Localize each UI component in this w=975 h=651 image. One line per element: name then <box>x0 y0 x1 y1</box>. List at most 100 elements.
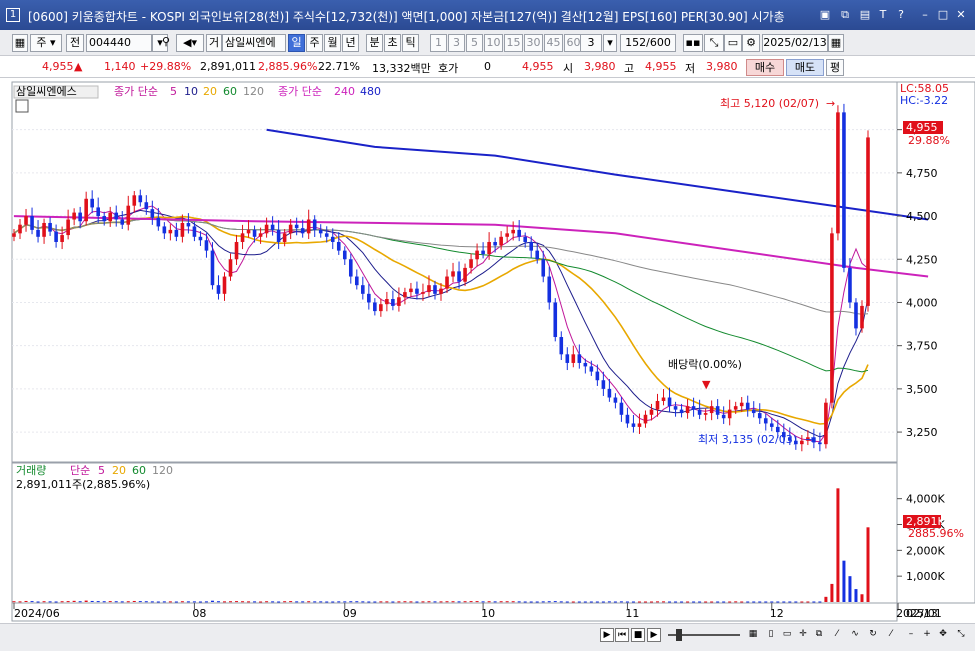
stock-code-input[interactable]: 004440 <box>86 34 152 52</box>
window-tile-icon[interactable]: ▤ <box>858 8 872 22</box>
y-tick-label: 4,000 <box>906 296 938 309</box>
window-config-icon[interactable]: ▣ <box>818 8 832 22</box>
volume-bar <box>102 601 106 603</box>
candle-body <box>276 229 281 242</box>
volume-bar <box>283 601 287 603</box>
chart-toolbar: ▦ 주 ▾ 전 004440 ▾ ⚲ ◀▾ 거 삼일씨엔에 일주월년분초틱 13… <box>0 30 975 56</box>
grid-icon[interactable]: ▦ <box>746 628 760 642</box>
hc-label: HC:-3.22 <box>900 94 948 107</box>
volume-bar <box>571 601 575 603</box>
interval-button-30[interactable]: 30 <box>524 34 543 52</box>
window-number[interactable]: 1 <box>6 8 20 22</box>
count-select[interactable]: 3 <box>580 34 602 52</box>
volume-bar <box>860 594 864 602</box>
y-tick-label: 4,250 <box>906 253 938 266</box>
candle-body <box>258 233 263 237</box>
candle-body <box>348 259 353 277</box>
trend-icon[interactable]: ∿ <box>848 628 862 642</box>
compare-icon[interactable]: ⧉ <box>812 628 826 642</box>
maximize-icon[interactable]: □ <box>936 8 950 22</box>
high-annotation: 최고 5,120 (02/07) <box>720 97 819 110</box>
candle-body <box>607 388 612 398</box>
volume-bar <box>776 601 780 603</box>
period-button-2[interactable]: 월 <box>324 34 341 52</box>
refresh-icon[interactable]: ↻ <box>866 628 880 642</box>
zoom-out-icon[interactable]: – <box>904 628 918 642</box>
indicator-icon[interactable]: ▪▪ <box>683 34 703 52</box>
period-button-0[interactable]: 일 <box>288 34 305 52</box>
chart-resize-icon[interactable]: ⤡ <box>954 628 968 642</box>
low-annotation: 최저 3,135 (02/03) <box>698 433 797 446</box>
save-icon[interactable]: ▭ <box>724 34 742 52</box>
sound-icon[interactable]: ◀▾ <box>176 34 204 52</box>
candle-body <box>246 229 251 234</box>
prev-button[interactable]: 전 <box>66 34 84 52</box>
window-link-icon[interactable]: ⧉ <box>838 8 852 22</box>
period-button-1[interactable]: 주 <box>306 34 323 52</box>
zoom-slider-handle[interactable] <box>676 629 682 641</box>
type-select[interactable]: 주 ▾ <box>30 34 62 52</box>
volume-bar <box>824 596 828 602</box>
count-dropdown-icon[interactable]: ▾ <box>603 34 617 52</box>
play-icon[interactable]: ▶ <box>647 628 661 642</box>
sell-button[interactable]: 매도 <box>786 59 824 76</box>
candle-body <box>529 241 534 251</box>
candle-body <box>709 406 714 414</box>
stop-icon[interactable]: ■ <box>631 628 645 642</box>
calendar-icon[interactable]: ▦ <box>828 34 844 52</box>
buy-button[interactable]: 매수 <box>746 59 784 76</box>
candle-body <box>583 362 588 367</box>
interval-button-15[interactable]: 15 <box>504 34 523 52</box>
period-button-4[interactable]: 분 <box>366 34 383 52</box>
move-icon[interactable]: ✥ <box>936 628 950 642</box>
legend-ma-label: 종가 단순 <box>114 85 158 98</box>
candle-type-icon[interactable]: ▯ <box>764 628 778 642</box>
volume-bar <box>60 601 64 603</box>
settings-icon[interactable]: ⚙ <box>742 34 760 52</box>
candle-body <box>661 397 666 401</box>
candle-body <box>445 276 449 289</box>
x-axis-panel <box>11 602 898 622</box>
interval-button-45[interactable]: 45 <box>544 34 563 52</box>
bar-count-field[interactable]: 152/600 <box>620 34 676 52</box>
search-icon[interactable]: ⚲ <box>158 34 174 52</box>
period-button-6[interactable]: 틱 <box>402 34 419 52</box>
interval-button-3[interactable]: 3 <box>448 34 465 52</box>
candle-body <box>848 267 852 303</box>
layout-icon[interactable]: ▦ <box>12 34 28 52</box>
interval-button-10[interactable]: 10 <box>484 34 503 52</box>
candle-body <box>703 413 708 415</box>
volume-bar <box>150 601 154 603</box>
period-button-5[interactable]: 초 <box>384 34 401 52</box>
data-table-icon[interactable] <box>15 99 29 113</box>
candle-body <box>751 409 756 414</box>
eval-button[interactable]: 평 <box>826 59 844 76</box>
step-back-icon[interactable]: ⏮ <box>615 628 629 642</box>
price-chart-svg[interactable]: 3,2503,5003,7504,0004,2504,5004,7505,000… <box>0 78 975 623</box>
candle-body <box>505 233 509 237</box>
legend-ma120: 120 <box>243 85 264 98</box>
date-input[interactable]: 2025/02/13 <box>762 34 828 52</box>
interval-button-1[interactable]: 1 <box>430 34 447 52</box>
draw-tool-icon[interactable]: ⤡ <box>704 34 724 52</box>
line-tool-icon[interactable]: ⁄ <box>830 628 844 642</box>
legend-ma480: 480 <box>360 85 381 98</box>
crosshair-icon[interactable]: ✛ <box>796 628 810 642</box>
turnover: 22.71% <box>318 60 360 73</box>
volume-bar <box>463 601 467 603</box>
help-icon[interactable]: ? <box>894 8 908 22</box>
window-mode-icon[interactable]: T <box>876 8 890 22</box>
chart-area[interactable]: 3,2503,5003,7504,0004,2504,5004,7505,000… <box>0 78 975 651</box>
close-icon[interactable]: ✕ <box>954 8 968 22</box>
line-select-icon[interactable]: ⁄ <box>884 628 898 642</box>
minimize-icon[interactable]: – <box>918 8 932 22</box>
zoom-in-icon[interactable]: + <box>920 628 934 642</box>
trade-button[interactable]: 거 <box>206 34 222 52</box>
chart-type-icon[interactable]: ▭ <box>780 628 794 642</box>
volume-bar <box>806 601 810 603</box>
period-button-3[interactable]: 년 <box>342 34 359 52</box>
candle-body <box>860 305 864 329</box>
interval-button-5[interactable]: 5 <box>466 34 483 52</box>
scroll-right-icon[interactable]: ▶ <box>600 628 614 642</box>
candle-body <box>300 228 305 234</box>
